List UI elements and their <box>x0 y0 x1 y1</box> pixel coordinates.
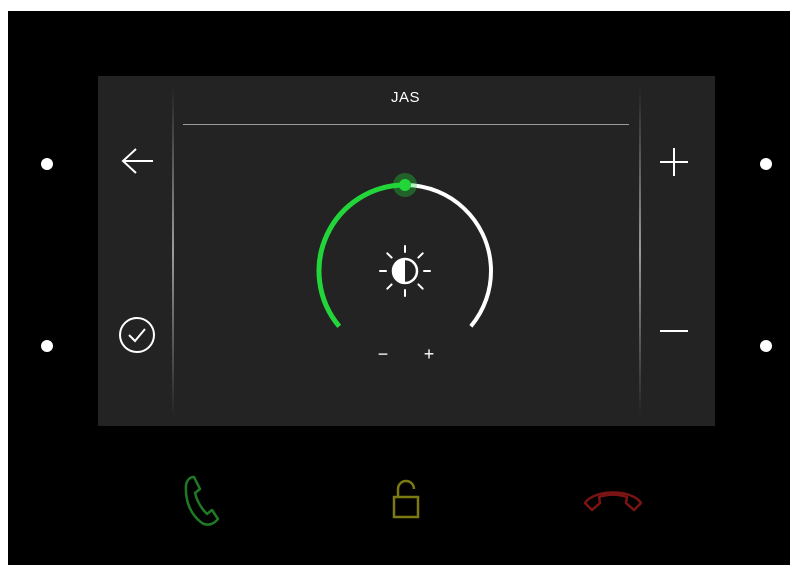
plus-icon[interactable] <box>658 146 690 178</box>
right-top-indicator-dot <box>760 158 772 170</box>
left-top-indicator-dot <box>41 158 53 170</box>
phone-accept-icon[interactable] <box>180 473 220 529</box>
right-divider <box>639 86 641 416</box>
brightness-dial[interactable]: − + <box>315 173 499 373</box>
dial-progress <box>316 182 406 328</box>
check-circle-icon[interactable] <box>118 316 156 354</box>
page-title: JAS <box>390 89 420 106</box>
left-bottom-indicator-dot <box>41 340 53 352</box>
dial-knob[interactable] <box>399 179 411 191</box>
left-divider <box>172 86 174 416</box>
arrow-left-icon[interactable] <box>120 146 156 176</box>
minus-icon[interactable] <box>658 321 690 341</box>
intercom-device: JAS − + <box>8 11 790 565</box>
phone-hangup-icon[interactable] <box>582 483 644 513</box>
brightness-icon <box>379 245 431 297</box>
unlock-icon[interactable] <box>391 479 421 521</box>
display-screen: JAS − + <box>98 76 715 426</box>
dial-min-label: − <box>378 344 389 364</box>
dial-max-label: + <box>424 344 435 364</box>
title-underline <box>183 124 629 125</box>
right-bottom-indicator-dot <box>760 340 772 352</box>
